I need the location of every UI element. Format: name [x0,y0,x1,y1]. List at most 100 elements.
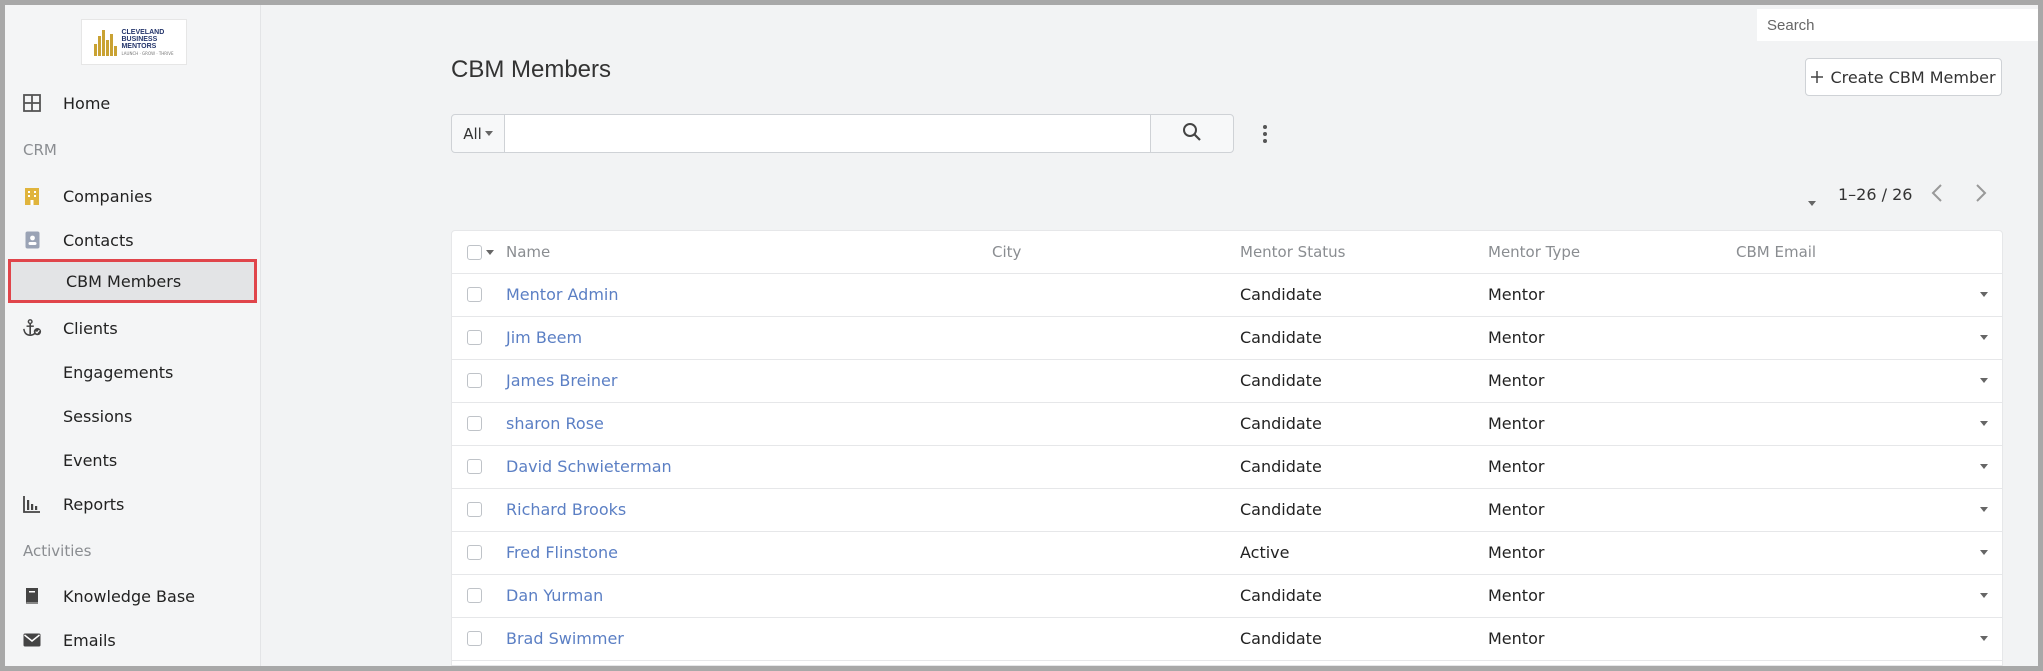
member-mentor-status: Candidate [1240,285,1322,304]
filter-scope-dropdown[interactable]: All [451,114,505,153]
sidebar-item-knowledge-base[interactable]: Knowledge Base [5,576,260,616]
row-checkbox[interactable] [467,330,482,345]
member-name-link[interactable]: Mentor Admin [506,273,619,316]
chevron-down-icon [484,131,493,136]
column-header-mentor-status[interactable]: Mentor Status [1240,231,1345,273]
row-actions-chevron-down-icon[interactable] [1980,636,1988,641]
member-name-link[interactable]: Richard Brooks [506,488,626,531]
sidebar-item-label: Reports [63,494,125,514]
row-checkbox[interactable] [467,588,482,603]
row-select-control[interactable] [467,359,482,402]
table-row[interactable]: Mentor Admin Candidate Mentor [452,273,2002,317]
table-row[interactable]: Richard Brooks Candidate Mentor [452,488,2002,532]
filter-text-input[interactable] [505,114,1150,153]
book-icon [22,586,42,606]
row-checkbox[interactable] [467,459,482,474]
table-row[interactable]: sharon Rose Candidate Mentor [452,402,2002,446]
row-actions-chevron-down-icon[interactable] [1980,421,1988,426]
row-select-control[interactable] [467,617,482,660]
chevron-left-icon [1931,184,1943,207]
sidebar-item-label: Contacts [63,230,134,250]
row-select-control[interactable] [467,316,482,359]
table-row[interactable]: Jim Beem Candidate Mentor [452,316,2002,360]
filter-bar: All [451,114,1234,153]
row-actions-chevron-down-icon[interactable] [1980,464,1988,469]
member-mentor-type: Mentor [1488,629,1545,648]
sidebar-item-sessions[interactable]: Sessions [5,396,260,436]
sidebar-item-clients[interactable]: Clients [5,308,260,348]
row-actions-chevron-down-icon[interactable] [1980,507,1988,512]
sidebar-item-cbm-members[interactable]: CBM Members [8,259,257,303]
row-actions-chevron-down-icon[interactable] [1980,335,1988,340]
sidebar-item-companies[interactable]: Companies [5,176,260,216]
table-header: Name City Mentor Status Mentor Type CBM … [452,231,2002,274]
table-row[interactable]: James Breiner Candidate Mentor [452,359,2002,403]
member-name-link[interactable]: David Schwieterman [506,445,672,488]
filter-search-button[interactable] [1150,114,1234,153]
sidebar-item-label: Knowledge Base [63,586,195,606]
envelope-icon [22,630,42,650]
member-name-link[interactable]: Fred Flinstone [506,531,618,574]
pagination-range: 1–26 / 26 [1838,185,1913,204]
row-select-control[interactable] [467,488,482,531]
sidebar-item-label: Home [63,93,111,113]
sidebar-section-activities: Activities [23,542,92,560]
chevron-down-icon[interactable] [486,249,494,255]
table-row[interactable]: Brad Swimmer Candidate Mentor [452,617,2002,661]
bar-chart-icon [22,494,42,514]
row-select-control[interactable] [467,531,482,574]
sidebar-item-home[interactable]: Home [5,83,260,123]
row-select-control[interactable] [467,445,482,488]
app-window: CLEVELAND BUSINESS MENTORS LAUNCH · GROW… [5,5,2038,666]
page-size-dropdown[interactable] [1808,191,1816,210]
row-actions-chevron-down-icon[interactable] [1980,378,1988,383]
row-checkbox[interactable] [467,631,482,646]
member-name-link[interactable]: Brad Swimmer [506,617,624,660]
sidebar-item-label: CBM Members [66,271,182,291]
sidebar-item-contacts[interactable]: Contacts [5,220,260,260]
next-page-button[interactable] [1975,183,1987,207]
row-checkbox[interactable] [467,502,482,517]
select-all-checkbox[interactable] [467,244,482,260]
row-checkbox[interactable] [467,373,482,388]
row-actions-chevron-down-icon[interactable] [1980,550,1988,555]
company-logo[interactable]: CLEVELAND BUSINESS MENTORS LAUNCH · GROW… [81,19,187,65]
row-select-control[interactable] [467,574,482,617]
row-actions-chevron-down-icon[interactable] [1980,292,1988,297]
contact-card-icon [22,230,42,250]
row-select-control[interactable] [467,273,482,316]
more-options-icon[interactable] [1255,121,1275,147]
sidebar-item-engagements[interactable]: Engagements [5,352,260,392]
filter-scope-label: All [463,124,482,143]
column-header-cbm-email[interactable]: CBM Email [1736,231,1816,273]
sidebar-item-emails[interactable]: Emails [5,620,260,660]
sidebar-item-reports[interactable]: Reports [5,484,260,524]
member-name-link[interactable]: Jim Beem [506,316,582,359]
table-row[interactable]: Fred Flinstone Active Mentor [452,531,2002,575]
member-name-link[interactable]: sharon Rose [506,402,604,445]
logo-line2: BUSINESS [121,35,158,43]
row-select-control[interactable] [467,402,482,445]
row-actions-chevron-down-icon[interactable] [1980,593,1988,598]
member-mentor-type: Mentor [1488,543,1545,562]
table-row[interactable]: David Schwieterman Candidate Mentor [452,445,2002,489]
row-checkbox[interactable] [467,416,482,431]
member-name-link[interactable]: James Breiner [506,359,617,402]
select-all-control[interactable] [467,231,494,273]
previous-page-button[interactable] [1931,183,1943,207]
member-mentor-status: Candidate [1240,414,1322,433]
column-header-mentor-type[interactable]: Mentor Type [1488,231,1580,273]
create-cbm-member-button[interactable]: Create CBM Member [1805,58,2002,96]
global-search-input[interactable] [1757,9,2038,41]
row-checkbox[interactable] [467,545,482,560]
member-mentor-status: Candidate [1240,328,1322,347]
table-row[interactable]: Dan Yurman Candidate Mentor [452,574,2002,618]
row-checkbox[interactable] [467,287,482,302]
sidebar-item-events[interactable]: Events [5,440,260,480]
sidebar-item-label: Emails [63,630,116,650]
member-mentor-status: Candidate [1240,629,1322,648]
member-name-link[interactable]: Dan Yurman [506,574,603,617]
page-title: CBM Members [451,56,612,83]
column-header-name[interactable]: Name [506,231,550,273]
column-header-city[interactable]: City [992,231,1021,273]
